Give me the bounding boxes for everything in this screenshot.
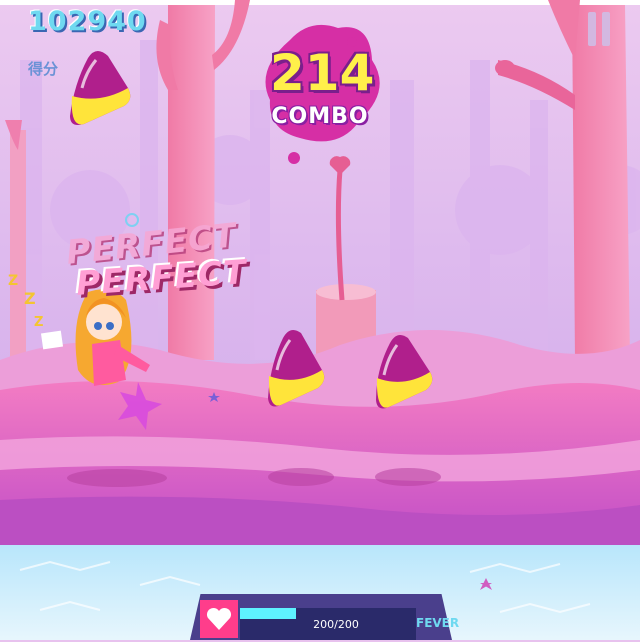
fever-value: 200/200 [313,618,359,631]
svg-text:Z: Z [8,273,18,289]
pause-icon-bar-right [602,12,610,46]
heart-icon [200,600,238,638]
svg-text:Z: Z [34,315,43,330]
note-shadow [375,468,441,486]
combo-label: COMBO [271,104,369,129]
svg-text:Z: Z [24,289,36,308]
note-shadow [268,468,334,486]
score-label: 得分 [28,60,59,78]
pause-icon[interactable] [586,12,612,46]
combo-count: 214 [270,44,375,102]
fever-label: FEVER [416,616,460,630]
pause-icon-bar-left [588,12,596,46]
top-border [0,0,640,5]
note-shadow [67,469,167,487]
fever-gauge: 200/200 FEVER [190,594,459,640]
score-value: 102940 [28,6,147,37]
